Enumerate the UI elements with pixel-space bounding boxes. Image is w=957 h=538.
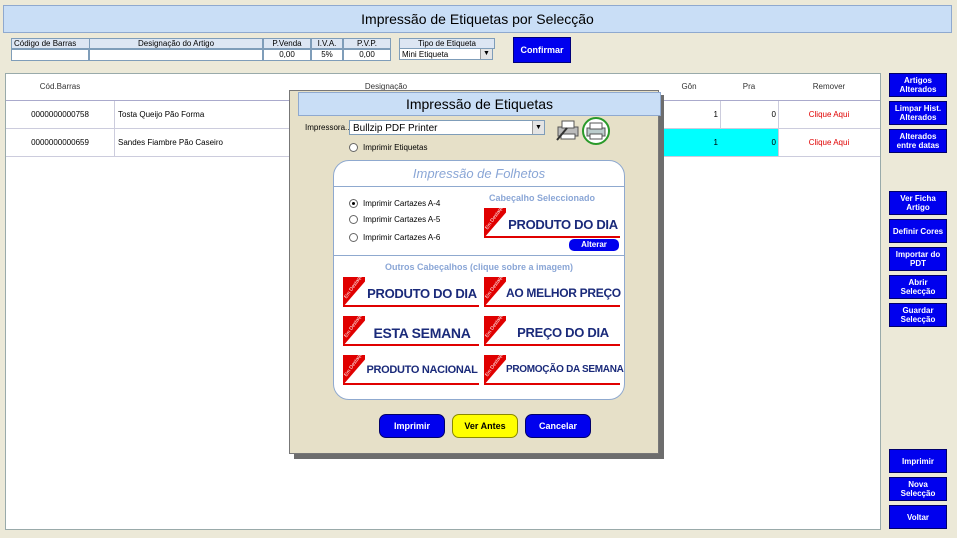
table-row-barcode[interactable]: 0000000000659: [6, 129, 115, 157]
ver-ficha-artigo-button[interactable]: Ver Ficha Artigo: [889, 191, 947, 215]
header-option-promocao-da-semana[interactable]: Em Destaque PROMOÇÃO DA SEMANA: [484, 350, 624, 387]
header-option-produto-nacional[interactable]: Em Destaque PRODUTO NACIONAL: [343, 350, 479, 387]
dialog-title: Impressão de Etiquetas: [298, 92, 661, 116]
artigos-alterados-button[interactable]: Artigos Alterados: [889, 73, 947, 97]
nova-seleccao-button[interactable]: Nova Selecção: [889, 477, 947, 501]
table-row-gon[interactable]: 1: [658, 101, 721, 129]
banner-underline: [343, 344, 479, 346]
option-a4-text: Imprimir Cartazes A-4: [363, 199, 441, 208]
header-barcode: Código de Barras: [11, 38, 91, 49]
option-a6-radio[interactable]: Imprimir Cartazes A-6: [349, 233, 441, 243]
preview-button[interactable]: Ver Antes: [452, 414, 518, 438]
header-option-esta-semana[interactable]: Em Destaque ESTA SEMANA: [343, 311, 479, 348]
printer-select[interactable]: Bullzip PDF Printer ▼: [349, 120, 545, 135]
table-row-gon[interactable]: 1: [658, 129, 721, 157]
voltar-button[interactable]: Voltar: [889, 505, 947, 529]
option-a5-radio[interactable]: Imprimir Cartazes A-5: [349, 215, 441, 225]
tipo-etiqueta-value: Mini Etiqueta: [402, 50, 449, 59]
alterar-button[interactable]: Alterar: [569, 239, 619, 251]
print-labels-text: Imprimir Etiquetas: [363, 143, 428, 152]
chevron-down-icon[interactable]: ▼: [532, 121, 544, 134]
pvp-input[interactable]: 0,00: [343, 49, 391, 61]
cancel-button[interactable]: Cancelar: [525, 414, 591, 438]
iva-input[interactable]: 5%: [311, 49, 343, 61]
table-row-barcode[interactable]: 0000000000758: [6, 101, 115, 129]
remove-link[interactable]: Clique Aqui: [778, 101, 880, 129]
header-option-text: PROMOÇÃO DA SEMANA: [506, 364, 624, 375]
imprimir-button[interactable]: Imprimir: [889, 449, 947, 473]
window-title: Impressão de Etiquetas por Selecção: [3, 5, 952, 33]
header-iva: I.V.A.: [311, 38, 343, 49]
pvenda-input[interactable]: 0,00: [263, 49, 311, 61]
barcode-input[interactable]: [11, 49, 89, 61]
radio-icon[interactable]: [349, 233, 358, 243]
col-pra[interactable]: Pra: [720, 74, 779, 101]
dialog-print-button[interactable]: Imprimir: [379, 414, 445, 438]
col-barcode[interactable]: Cód.Barras: [6, 74, 115, 101]
printer-value: Bullzip PDF Printer: [353, 123, 438, 134]
col-gon[interactable]: Gôn: [658, 74, 721, 101]
chevron-down-icon[interactable]: ▼: [480, 49, 492, 59]
printer-label: Impressora...: [305, 123, 352, 132]
tipo-etiqueta-select[interactable]: Mini Etiqueta ▼: [399, 48, 493, 60]
header-designation: Designação do Artigo: [89, 38, 263, 49]
guardar-seleccao-button[interactable]: Guardar Selecção: [889, 303, 947, 327]
confirm-button[interactable]: Confirmar: [513, 37, 571, 63]
header-option-text: AO MELHOR PREÇO: [506, 286, 621, 300]
filter-panel: Código de Barras Designação do Artigo P.…: [7, 35, 951, 64]
option-a5-text: Imprimir Cartazes A-5: [363, 215, 441, 224]
designation-input[interactable]: [89, 49, 263, 61]
printer-setup-icon[interactable]: [555, 118, 581, 142]
importar-pdt-button[interactable]: Importar do PDT: [889, 247, 947, 271]
radio-icon[interactable]: [349, 215, 358, 225]
option-a6-text: Imprimir Cartazes A-6: [363, 233, 441, 242]
header-option-text: ESTA SEMANA: [373, 325, 471, 341]
header-option-produto-do-dia[interactable]: Em Destaque PRODUTO DO DIA: [343, 272, 479, 309]
banner-underline: [484, 383, 620, 385]
alterados-entre-datas-button[interactable]: Alterados entre datas: [889, 129, 947, 153]
header-option-text: PRODUTO DO DIA: [367, 286, 477, 301]
divider: [334, 186, 624, 187]
banner-underline: [484, 344, 620, 346]
other-headers-label: Outros Cabeçalhos (clique sobre a imagem…: [384, 262, 574, 272]
header-option-text: PREÇO DO DIA: [517, 325, 609, 340]
col-remover[interactable]: Remover: [778, 74, 880, 101]
banner-underline: [343, 305, 479, 307]
table-row-pra[interactable]: 0: [720, 101, 779, 129]
folhetos-title: Impressão de Folhetos: [412, 166, 546, 181]
selected-header-label: Cabeçalho Seleccionado: [489, 193, 596, 203]
option-a4-radio[interactable]: Imprimir Cartazes A-4: [349, 199, 441, 209]
radio-icon[interactable]: [349, 199, 358, 209]
banner-underline: [343, 383, 479, 385]
header-pvenda: P.Venda: [263, 38, 311, 49]
print-icon[interactable]: [580, 116, 612, 146]
banner-underline: [484, 305, 620, 307]
selected-header-text: PRODUTO DO DIA: [508, 217, 618, 232]
header-pvp: P.V.P.: [343, 38, 391, 49]
print-labels-radio[interactable]: Imprimir Etiquetas: [349, 143, 428, 153]
definir-cores-button[interactable]: Definir Cores: [889, 219, 947, 243]
table-row-pra[interactable]: 0: [720, 129, 779, 157]
selected-header-banner[interactable]: Em Destaque PRODUTO DO DIA: [484, 203, 620, 240]
radio-icon[interactable]: [349, 143, 358, 153]
banner-underline: [484, 236, 620, 238]
abrir-seleccao-button[interactable]: Abrir Selecção: [889, 275, 947, 299]
limpar-hist-button[interactable]: Limpar Hist. Alterados: [889, 101, 947, 125]
header-option-text: PRODUTO NACIONAL: [366, 364, 478, 376]
remove-link[interactable]: Clique Aqui: [778, 129, 880, 157]
header-option-ao-melhor-preco[interactable]: Em Destaque AO MELHOR PREÇO: [484, 272, 621, 309]
header-option-preco-do-dia[interactable]: Em Destaque PREÇO DO DIA: [484, 311, 620, 348]
divider: [334, 255, 624, 256]
